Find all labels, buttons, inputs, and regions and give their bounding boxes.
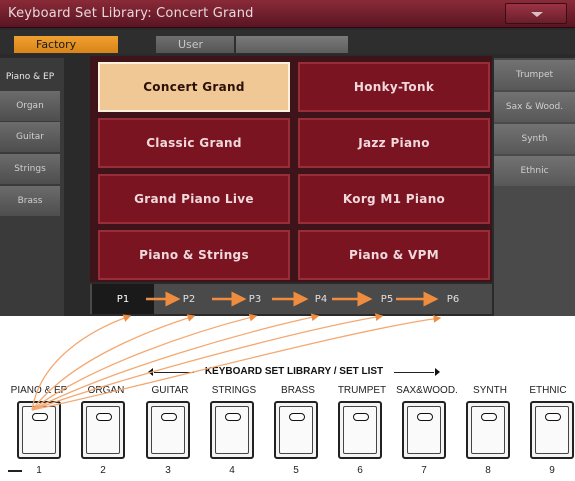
hw-button-brass[interactable] (274, 401, 318, 459)
led-indicator (161, 413, 177, 421)
button-label: ORGAN (87, 385, 125, 396)
page-tab-p2[interactable]: P2 (158, 284, 220, 314)
page-tab-p1[interactable]: P1 (92, 284, 154, 314)
category-strings[interactable]: Strings (0, 154, 60, 184)
button-number: 7 (421, 465, 427, 476)
panel-section-title: KEYBOARD SET LIBRARY / SET LIST (148, 366, 440, 380)
led-indicator (545, 413, 561, 421)
category-organ[interactable]: Organ (0, 91, 60, 121)
sound-grid: Concert Grand Honky-Tonk Classic Grand J… (90, 56, 492, 282)
button-number: 9 (549, 465, 555, 476)
tab-user[interactable]: User (156, 36, 234, 53)
button-face (471, 406, 505, 454)
category-ethnic[interactable]: Ethnic (494, 156, 575, 186)
led-indicator (289, 413, 305, 421)
hw-button-organ[interactable] (81, 401, 125, 459)
tab-factory[interactable]: Factory (14, 36, 118, 53)
button-face (343, 406, 377, 454)
hw-button-strings[interactable] (210, 401, 254, 459)
arrow-to-p6 (31, 314, 442, 411)
button-label: STRINGS (211, 385, 257, 396)
page-menu-button[interactable] (505, 3, 567, 24)
led-indicator (353, 413, 369, 421)
right-category-list: Trumpet Sax & Wood. Synth Ethnic (494, 58, 575, 316)
window-title: Keyboard Set Library: Concert Grand (8, 6, 254, 21)
led-indicator (32, 413, 48, 421)
button-number: 1 (36, 465, 42, 476)
button-label: TRUMPET (337, 385, 387, 396)
sound-button[interactable]: Concert Grand (98, 62, 290, 112)
sound-button[interactable]: Piano & VPM (298, 230, 490, 280)
button-face (22, 406, 56, 454)
button-face (215, 406, 249, 454)
title-bar: Keyboard Set Library: Concert Grand (0, 0, 575, 28)
button-label: ETHNIC (529, 385, 567, 396)
led-indicator (96, 413, 112, 421)
tab-blank[interactable] (236, 36, 348, 53)
category-synth[interactable]: Synth (494, 124, 575, 154)
sound-button[interactable]: Korg M1 Piano (298, 174, 490, 224)
led-indicator (481, 413, 497, 421)
page-tab-p6[interactable]: P6 (422, 284, 484, 314)
hw-button-synth[interactable] (466, 401, 510, 459)
hw-button-trumpet[interactable] (338, 401, 382, 459)
button-number: 6 (357, 465, 363, 476)
hw-button-ethnic[interactable] (530, 401, 574, 459)
led-indicator (225, 413, 241, 421)
button-face (407, 406, 441, 454)
display-screen: Keyboard Set Library: Concert Grand Fact… (0, 0, 575, 316)
hw-button-guitar[interactable] (146, 401, 190, 459)
button-face (86, 406, 120, 454)
button-label: BRASS (281, 385, 315, 396)
sound-button[interactable]: Classic Grand (98, 118, 290, 168)
sound-button[interactable]: Honky-Tonk (298, 62, 490, 112)
category-trumpet[interactable]: Trumpet (494, 60, 575, 90)
page-tab-p3[interactable]: P3 (224, 284, 286, 314)
panel-dash (8, 470, 22, 472)
hw-button-piano-ep[interactable] (17, 401, 61, 459)
hw-button-sax-wood[interactable] (402, 401, 446, 459)
led-indicator (417, 413, 433, 421)
button-face (151, 406, 185, 454)
button-number: 2 (100, 465, 106, 476)
button-label: GUITAR (151, 385, 189, 396)
button-face (535, 406, 569, 454)
title-rule-right (394, 372, 434, 373)
page-tab-p5[interactable]: P5 (356, 284, 418, 314)
button-number: 4 (229, 465, 235, 476)
page-tab-p4[interactable]: P4 (290, 284, 352, 314)
button-number: 3 (165, 465, 171, 476)
category-sax-wood[interactable]: Sax & Wood. (494, 92, 575, 122)
category-guitar[interactable]: Guitar (0, 122, 60, 152)
sound-button[interactable]: Piano & Strings (98, 230, 290, 280)
page-tab-bar: P1 P2 P3 P4 P5 P6 (90, 284, 492, 314)
button-number: 5 (293, 465, 299, 476)
category-piano-ep[interactable]: Piano & EP (0, 62, 60, 92)
right-triangle-icon (435, 368, 440, 376)
button-label: PIANO & EP (10, 385, 68, 396)
button-number: 8 (485, 465, 491, 476)
left-category-list: Piano & EP Organ Guitar Strings Brass (0, 58, 64, 316)
sound-button[interactable]: Grand Piano Live (98, 174, 290, 224)
category-brass[interactable]: Brass (0, 186, 60, 216)
button-face (279, 406, 313, 454)
library-tabs: Factory User (0, 30, 575, 54)
sound-button[interactable]: Jazz Piano (298, 118, 490, 168)
title-rule-left (154, 372, 194, 373)
